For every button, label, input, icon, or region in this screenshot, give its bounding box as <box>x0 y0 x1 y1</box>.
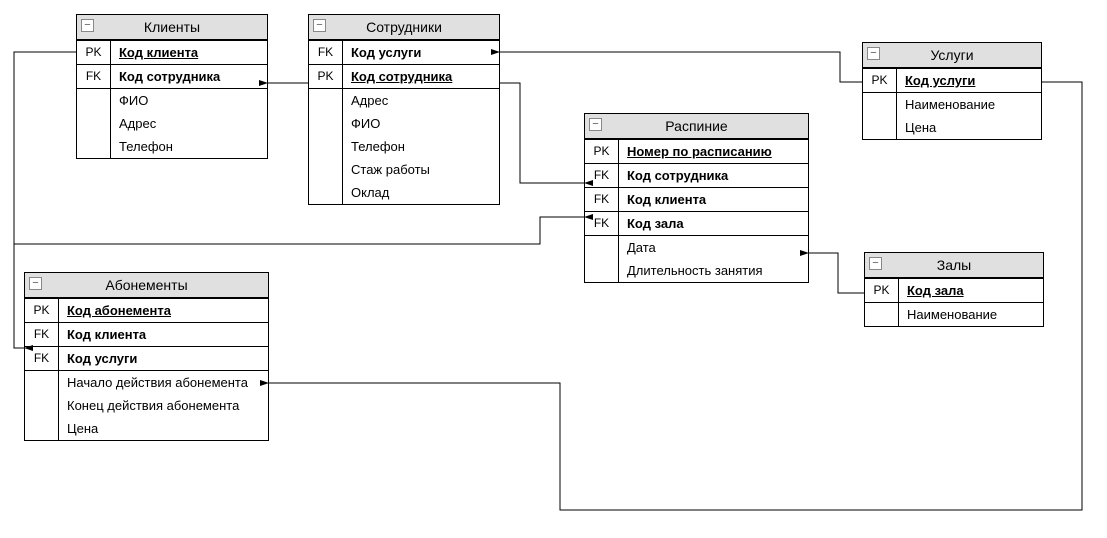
entity-header[interactable]: − Залы <box>865 253 1043 278</box>
key-fk: FK <box>585 212 619 235</box>
entity-subscriptions[interactable]: − Абонементы PKКод абонемента FKКод клие… <box>24 272 269 441</box>
key-pk: PK <box>309 65 343 88</box>
key-fk: FK <box>25 323 59 346</box>
key-none <box>309 158 343 181</box>
field-label: Код клиента <box>619 188 808 211</box>
field-label: Номер по расписанию <box>619 140 808 163</box>
field-label: Адрес <box>343 89 499 112</box>
field-label: ФИО <box>111 89 267 112</box>
minus-icon[interactable]: − <box>589 118 602 131</box>
key-none <box>309 112 343 135</box>
key-none <box>25 417 59 440</box>
minus-icon[interactable]: − <box>29 277 42 290</box>
entity-title: Абонементы <box>105 277 187 293</box>
field-label: Адрес <box>111 112 267 135</box>
field-label: Телефон <box>343 135 499 158</box>
entity-title: Распиние <box>665 118 727 134</box>
key-fk: FK <box>585 188 619 211</box>
key-pk: PK <box>863 69 897 92</box>
field-label: Код сотрудника <box>343 65 499 88</box>
minus-icon[interactable]: − <box>867 47 880 60</box>
entity-header[interactable]: − Клиенты <box>77 15 267 40</box>
field-label: Оклад <box>343 181 499 204</box>
key-none <box>77 112 111 135</box>
key-fk: FK <box>77 65 111 88</box>
key-fk: FK <box>309 41 343 64</box>
key-none <box>863 93 897 116</box>
entity-services[interactable]: − Услуги PKКод услуги Наименование Цена <box>862 42 1042 140</box>
key-none <box>863 116 897 139</box>
entity-schedule[interactable]: − Распиние PKНомер по расписанию FKКод с… <box>584 113 809 283</box>
field-label: Дата <box>619 236 808 259</box>
field-label: Код абонемента <box>59 299 268 322</box>
entity-header[interactable]: − Сотрудники <box>309 15 499 40</box>
field-label: Код зала <box>619 212 808 235</box>
field-label: Стаж работы <box>343 158 499 181</box>
entity-employees[interactable]: − Сотрудники FKКод услуги PKКод сотрудни… <box>308 14 500 205</box>
minus-icon[interactable]: − <box>313 19 326 32</box>
key-pk: PK <box>865 279 899 302</box>
entity-header[interactable]: − Распиние <box>585 114 808 139</box>
key-none <box>309 181 343 204</box>
field-label: Код услуги <box>343 41 499 64</box>
key-pk: PK <box>25 299 59 322</box>
field-label: ФИО <box>343 112 499 135</box>
key-pk: PK <box>77 41 111 64</box>
entity-header[interactable]: − Услуги <box>863 43 1041 68</box>
entity-header[interactable]: − Абонементы <box>25 273 268 298</box>
field-label: Длительность занятия <box>619 259 808 282</box>
field-label: Код услуги <box>59 347 268 370</box>
field-label: Наименование <box>897 93 1041 116</box>
key-fk: FK <box>25 347 59 370</box>
key-none <box>309 135 343 158</box>
key-none <box>25 371 59 394</box>
field-label: Цена <box>897 116 1041 139</box>
key-none <box>865 303 899 326</box>
field-label: Код зала <box>899 279 1043 302</box>
key-none <box>77 89 111 112</box>
entity-title: Сотрудники <box>366 19 442 35</box>
key-none <box>585 236 619 259</box>
minus-icon[interactable]: − <box>869 257 882 270</box>
field-label: Наименование <box>899 303 1043 326</box>
field-label: Конец действия абонемента <box>59 394 268 417</box>
minus-icon[interactable]: − <box>81 19 94 32</box>
key-none <box>585 259 619 282</box>
entity-title: Клиенты <box>144 19 200 35</box>
field-label: Код сотрудника <box>111 65 267 88</box>
field-label: Код клиента <box>59 323 268 346</box>
field-label: Код услуги <box>897 69 1041 92</box>
field-label: Телефон <box>111 135 267 158</box>
field-label: Код сотрудника <box>619 164 808 187</box>
field-label: Начало действия абонемента <box>59 371 268 394</box>
field-label: Цена <box>59 417 268 440</box>
key-pk: PK <box>585 140 619 163</box>
entity-halls[interactable]: − Залы PKКод зала Наименование <box>864 252 1044 327</box>
entity-title: Услуги <box>930 47 973 63</box>
key-none <box>309 89 343 112</box>
key-none <box>77 135 111 158</box>
entity-clients[interactable]: − Клиенты PKКод клиента FKКод сотрудника… <box>76 14 268 159</box>
key-none <box>25 394 59 417</box>
entity-title: Залы <box>937 257 971 273</box>
key-fk: FK <box>585 164 619 187</box>
field-label: Код клиента <box>111 41 267 64</box>
